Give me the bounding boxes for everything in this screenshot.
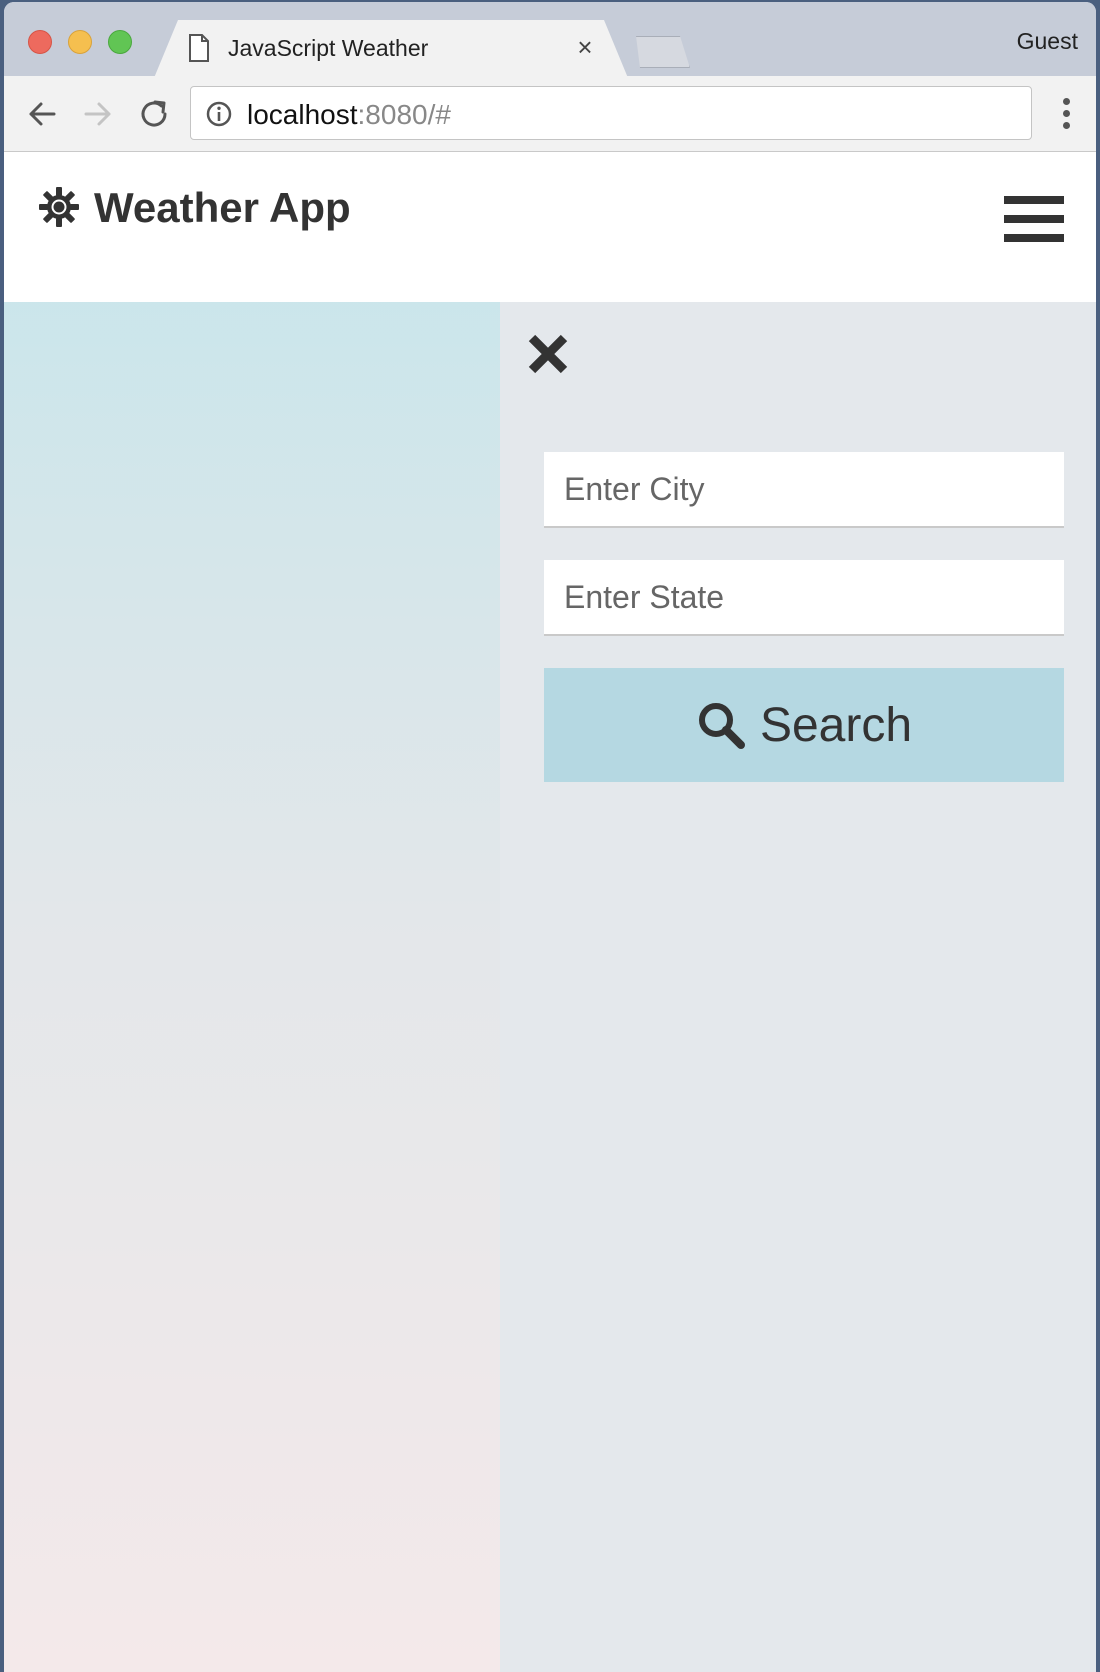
info-icon[interactable] xyxy=(205,100,233,128)
forward-arrow-icon[interactable] xyxy=(80,96,116,132)
app-navbar: Weather App xyxy=(4,152,1096,302)
close-window-button[interactable] xyxy=(28,30,52,54)
url-path: :8080/# xyxy=(357,99,451,130)
magnifier-icon xyxy=(698,703,745,749)
hamburger-menu-icon[interactable] xyxy=(1004,196,1064,242)
browser-toolbar: localhost:8080/# xyxy=(4,76,1096,152)
close-icon[interactable] xyxy=(526,332,570,376)
new-tab-button[interactable] xyxy=(636,36,690,68)
zoom-window-button[interactable] xyxy=(108,30,132,54)
search-button-label: Search xyxy=(759,698,913,752)
city-input[interactable] xyxy=(544,452,1064,528)
state-input[interactable] xyxy=(544,560,1064,636)
address-bar[interactable]: localhost:8080/# xyxy=(190,86,1032,140)
browser-menu-icon[interactable] xyxy=(1060,98,1072,132)
search-button[interactable]: Search xyxy=(544,668,1064,782)
minimize-window-button[interactable] xyxy=(68,30,92,54)
page-content: Weather App Search xyxy=(4,152,1096,1672)
url-text[interactable]: localhost:8080/# xyxy=(247,99,451,131)
back-arrow-icon[interactable] xyxy=(24,96,60,132)
tab-javascript-weather[interactable]: JavaScript Weather × xyxy=(154,20,628,78)
sun-icon xyxy=(39,187,79,227)
tab-close-icon[interactable]: × xyxy=(572,34,598,60)
url-host: localhost xyxy=(247,99,358,130)
browser-window: JavaScript Weather × Guest localhost:808… xyxy=(4,2,1096,1672)
tab-title: JavaScript Weather xyxy=(228,35,429,61)
app-title[interactable]: Weather App xyxy=(94,184,351,232)
reload-icon[interactable] xyxy=(136,96,172,132)
tab-strip: JavaScript Weather × Guest xyxy=(4,2,1096,76)
document-icon xyxy=(188,34,210,62)
profile-label[interactable]: Guest xyxy=(1017,28,1078,55)
search-panel: Search xyxy=(500,302,1096,1672)
